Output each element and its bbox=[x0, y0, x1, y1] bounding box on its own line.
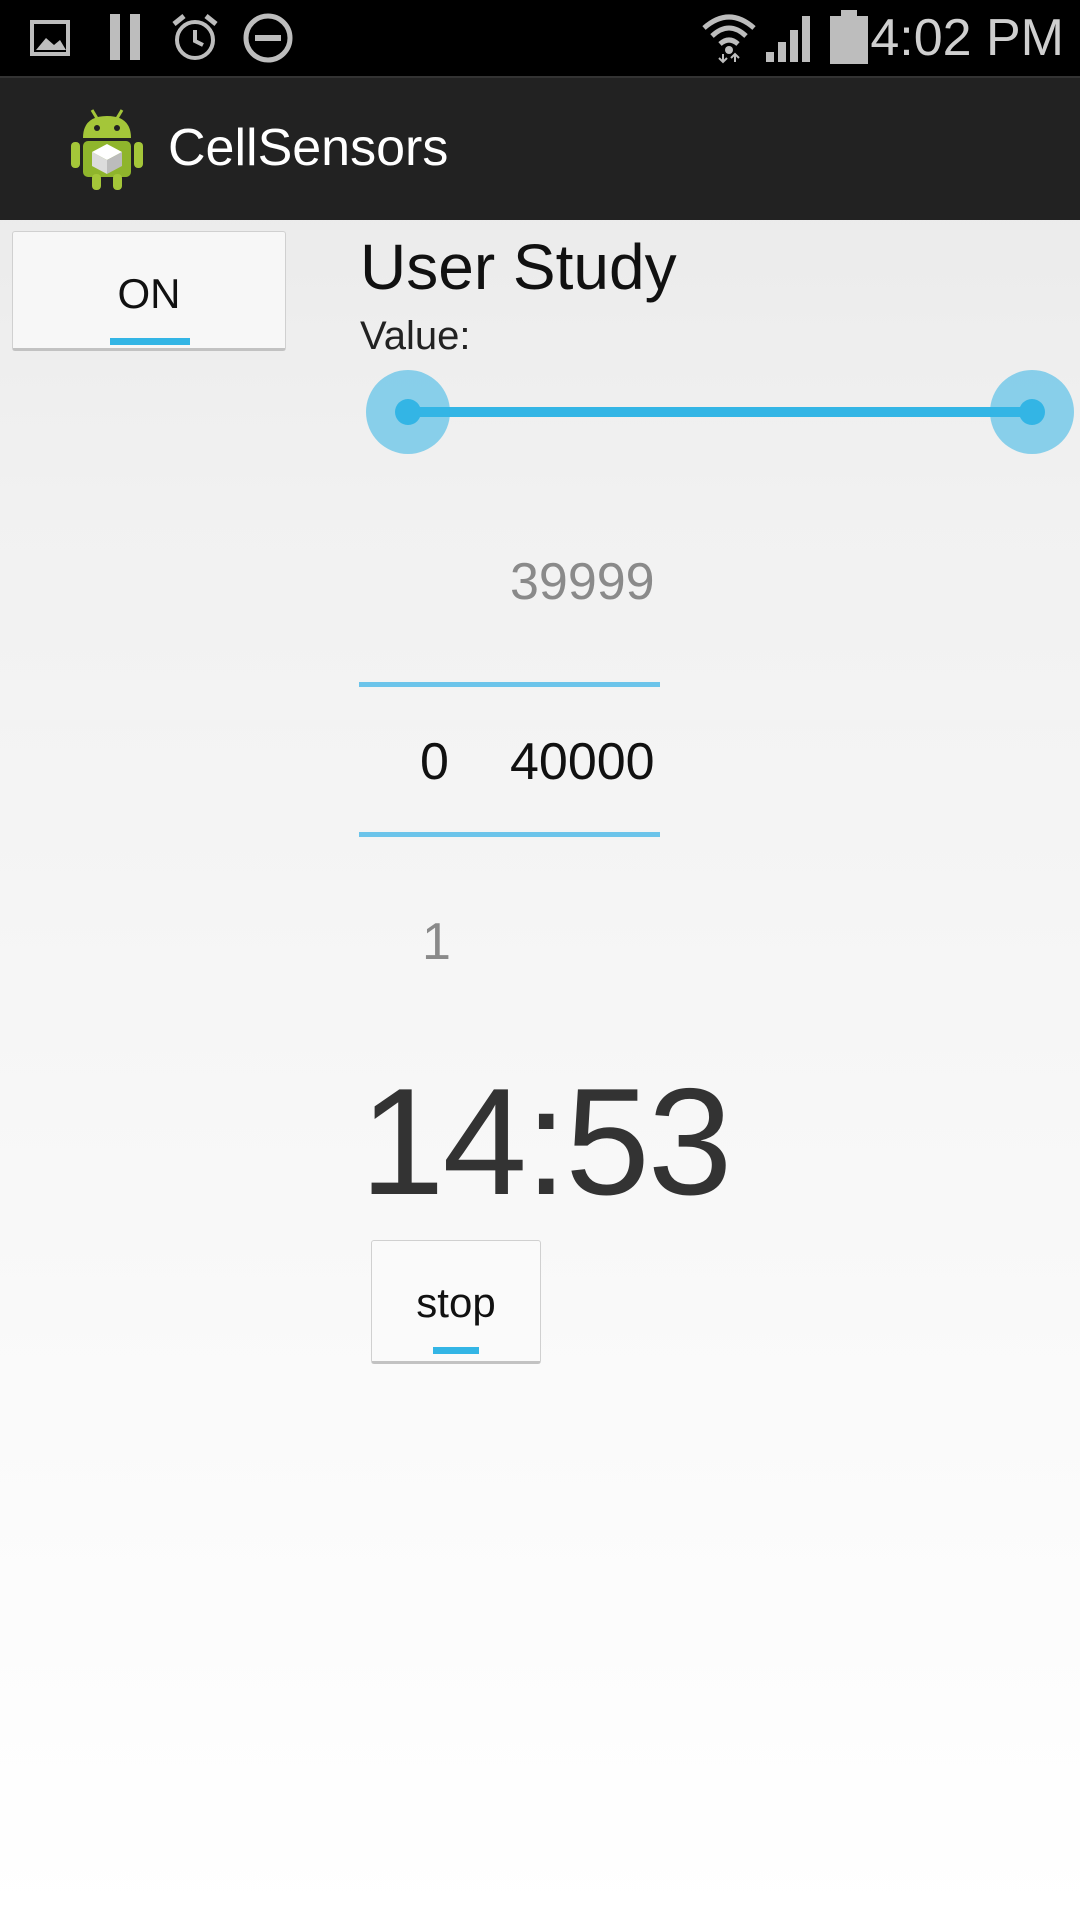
stop-button[interactable]: stop bbox=[371, 1240, 541, 1364]
status-bar: 4:02 PM bbox=[0, 0, 1080, 76]
on-toggle-button[interactable]: ON bbox=[12, 231, 286, 351]
range-slider-max-thumb[interactable] bbox=[990, 370, 1074, 454]
picker-left-current[interactable]: 0 bbox=[420, 732, 449, 792]
gallery-icon bbox=[30, 20, 70, 56]
action-bar: CellSensors bbox=[0, 76, 1080, 220]
page-title: User Study bbox=[360, 231, 677, 303]
picker-divider-top bbox=[359, 682, 660, 687]
range-slider-graphic bbox=[366, 370, 1074, 454]
pause-icon bbox=[110, 14, 140, 60]
alarm-icon bbox=[172, 14, 218, 60]
timer-display: 14:53 bbox=[360, 1057, 732, 1227]
stop-indicator bbox=[433, 1347, 479, 1354]
wifi-icon bbox=[702, 14, 756, 64]
toggle-indicator bbox=[110, 338, 190, 345]
battery-icon bbox=[830, 10, 868, 64]
range-slider-min-thumb[interactable] bbox=[366, 370, 450, 454]
app-title: CellSensors bbox=[168, 119, 449, 177]
signal-icon bbox=[766, 16, 810, 62]
range-slider[interactable] bbox=[360, 362, 1080, 462]
android-app-icon bbox=[71, 109, 143, 190]
value-label: Value: bbox=[360, 314, 471, 358]
do-not-disturb-icon bbox=[243, 13, 293, 63]
picker-divider-bottom bbox=[359, 832, 660, 837]
picker-right-current[interactable]: 40000 bbox=[510, 732, 655, 792]
picker-right-previous[interactable]: 39999 bbox=[510, 552, 655, 612]
toggle-label: ON bbox=[117, 270, 181, 317]
stop-label: stop bbox=[416, 1279, 496, 1326]
picker-left-next[interactable]: 1 bbox=[422, 912, 451, 972]
status-time: 4:02 PM bbox=[870, 9, 1064, 67]
